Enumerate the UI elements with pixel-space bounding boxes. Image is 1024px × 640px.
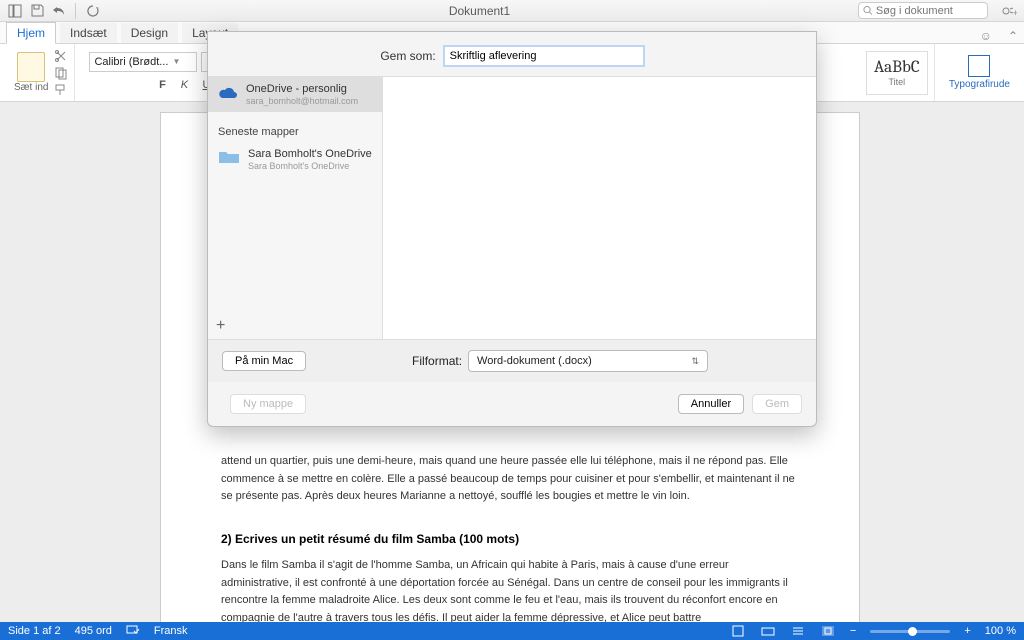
dialog-body: OneDrive - personlig sara_bomholt@hotmai…: [208, 76, 816, 340]
cancel-button[interactable]: Annuller: [678, 394, 744, 414]
document-search[interactable]: [858, 2, 988, 19]
dialog-options-row: På min Mac Filformat: Word-dokument (.do…: [208, 340, 816, 382]
dialog-header: Gem som:: [208, 32, 816, 76]
recent-folders-header: Seneste mapper: [208, 112, 382, 144]
typografi-group: Typografirude: [943, 44, 1016, 101]
save-dialog: Gem som: OneDrive - personlig sara_bomho…: [207, 31, 817, 427]
zoom-thumb[interactable]: [908, 627, 917, 636]
redo-icon[interactable]: [83, 2, 101, 20]
chevron-down-icon: ▼: [172, 57, 180, 66]
typografi-label: Typografirude: [949, 79, 1010, 90]
save-icon[interactable]: [28, 2, 46, 20]
italic-button[interactable]: K: [175, 76, 193, 94]
status-word-count[interactable]: 495 ord: [75, 625, 112, 637]
file-format-label: Filformat:: [412, 354, 462, 368]
status-language[interactable]: Fransk: [154, 625, 188, 637]
pane-icon: [968, 55, 990, 77]
view-web-icon[interactable]: [760, 624, 776, 638]
onedrive-icon: [216, 86, 238, 102]
collapse-ribbon-icon[interactable]: ⌃: [1002, 29, 1024, 43]
on-my-mac-button[interactable]: På min Mac: [222, 351, 306, 371]
undo-icon[interactable]: [50, 2, 68, 20]
zoom-in-button[interactable]: +: [964, 625, 970, 637]
body-heading[interactable]: 2) Ecrives un petit résumé du film Samba…: [221, 530, 799, 549]
paste-icon[interactable]: [17, 52, 45, 82]
emoji-icon[interactable]: ☺︎: [974, 29, 998, 43]
style-preview: AaBbC: [874, 58, 920, 77]
location-title: OneDrive - personlig: [246, 83, 358, 96]
folder-icon: [218, 149, 240, 165]
status-bar: Side 1 af 2 495 ord Fransk − + 100 %: [0, 622, 1024, 640]
style-name: Titel: [889, 77, 906, 87]
nav-pane-icon[interactable]: [6, 2, 24, 20]
bold-button[interactable]: F: [153, 76, 171, 94]
tab-design[interactable]: Design: [121, 23, 178, 43]
tab-hjem[interactable]: Hjem: [6, 22, 56, 44]
window-titlebar: Dokument1 +: [0, 0, 1024, 22]
styles-group: AaBbC Titel: [860, 44, 935, 101]
updown-icon: ⇅: [692, 356, 700, 367]
spellcheck-icon[interactable]: [126, 624, 140, 639]
location-subtitle: sara_bomholt@hotmail.com: [246, 96, 358, 106]
paste-label: Sæt ind: [14, 82, 48, 93]
search-icon: [863, 5, 873, 16]
view-outline-icon[interactable]: [790, 624, 806, 638]
body-paragraph[interactable]: Dans le film Samba il s'agit de l'homme …: [221, 557, 799, 622]
file-format-select[interactable]: Word-dokument (.docx) ⇅: [468, 350, 708, 372]
new-folder-button: Ny mappe: [230, 394, 306, 414]
typografi-pane-button[interactable]: Typografirude: [949, 55, 1010, 90]
recent-folder-item[interactable]: Sara Bomholt's OneDrive Sara Bomholt's O…: [208, 144, 382, 175]
share-icon[interactable]: +: [1000, 2, 1018, 20]
add-location-button[interactable]: +: [208, 313, 233, 339]
body-paragraph[interactable]: attend un quartier, puis une demi-heure,…: [221, 453, 799, 506]
zoom-slider[interactable]: [870, 630, 950, 633]
view-print-icon[interactable]: [730, 624, 746, 638]
filename-input[interactable]: [444, 46, 644, 66]
folder-title: Sara Bomholt's OneDrive: [248, 148, 372, 161]
cut-icon[interactable]: [54, 49, 68, 63]
location-onedrive[interactable]: OneDrive - personlig sara_bomholt@hotmai…: [208, 77, 382, 112]
folder-subtitle: Sara Bomholt's OneDrive: [248, 161, 372, 171]
separator: [75, 3, 76, 19]
svg-text:+: +: [1013, 8, 1017, 18]
search-input[interactable]: [876, 5, 983, 17]
style-item-titel[interactable]: AaBbC Titel: [866, 51, 928, 95]
save-as-label: Gem som:: [380, 49, 435, 63]
zoom-out-button[interactable]: −: [850, 625, 856, 637]
zoom-value[interactable]: 100 %: [985, 625, 1016, 637]
tab-indsaet[interactable]: Indsæt: [60, 23, 117, 43]
format-painter-icon[interactable]: [54, 83, 68, 97]
copy-icon[interactable]: [54, 66, 68, 80]
dialog-footer: Ny mappe Annuller Gem: [208, 382, 816, 426]
status-page[interactable]: Side 1 af 2: [8, 625, 61, 637]
folder-contents[interactable]: [383, 77, 816, 339]
font-family-select[interactable]: Calibri (Brødt... ▼: [89, 52, 197, 72]
location-sidebar: OneDrive - personlig sara_bomholt@hotmai…: [208, 77, 383, 339]
view-focus-icon[interactable]: [820, 624, 836, 638]
save-button: Gem: [752, 394, 802, 414]
clipboard-group: Sæt ind: [8, 44, 75, 101]
font-family-value: Calibri (Brødt...: [94, 56, 168, 68]
file-format-value: Word-dokument (.docx): [477, 355, 592, 367]
document-title: Dokument1: [105, 4, 854, 18]
